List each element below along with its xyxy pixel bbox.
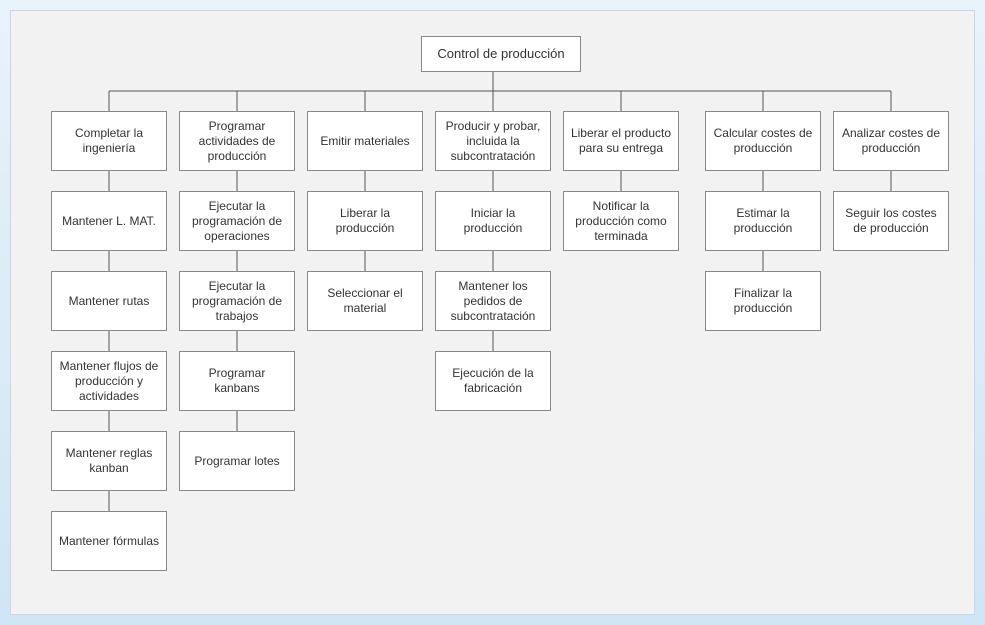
col2-head-label: Emitir materiales xyxy=(320,134,409,149)
col3-item0: Iniciar la producción xyxy=(435,191,551,251)
col0-item0-label: Mantener L. MAT. xyxy=(62,214,156,229)
col3-item0-label: Iniciar la producción xyxy=(442,206,544,236)
col5-item0: Estimar la producción xyxy=(705,191,821,251)
diagram-canvas: Control de producción Completar la ingen… xyxy=(10,10,975,615)
root-node: Control de producción xyxy=(421,36,581,72)
col5-item1-label: Finalizar la producción xyxy=(712,286,814,316)
col0-head-label: Completar la ingeniería xyxy=(58,126,160,156)
col4-head: Liberar el producto para su entrega xyxy=(563,111,679,171)
col1-item0: Ejecutar la programación de operaciones xyxy=(179,191,295,251)
col0-head: Completar la ingeniería xyxy=(51,111,167,171)
col5-head: Calcular costes de producción xyxy=(705,111,821,171)
col3-head-label: Producir y probar, incluida la subcontra… xyxy=(442,119,544,164)
col0-item0: Mantener L. MAT. xyxy=(51,191,167,251)
col0-item2: Mantener flujos de producción y activida… xyxy=(51,351,167,411)
col1-head-label: Programar actividades de producción xyxy=(186,119,288,164)
root-label: Control de producción xyxy=(437,46,564,62)
col3-item2-label: Ejecución de la fabricación xyxy=(442,366,544,396)
col1-item3: Programar lotes xyxy=(179,431,295,491)
col5-item0-label: Estimar la producción xyxy=(712,206,814,236)
col2-item0: Liberar la producción xyxy=(307,191,423,251)
col5-head-label: Calcular costes de producción xyxy=(712,126,814,156)
col2-item1-label: Seleccionar el material xyxy=(314,286,416,316)
col1-item0-label: Ejecutar la programación de operaciones xyxy=(186,199,288,244)
col0-item1: Mantener rutas xyxy=(51,271,167,331)
col0-item1-label: Mantener rutas xyxy=(69,294,150,309)
col1-item2: Programar kanbans xyxy=(179,351,295,411)
col4-item0: Notificar la producción como terminada xyxy=(563,191,679,251)
col3-item1: Mantener los pedidos de subcontratación xyxy=(435,271,551,331)
col0-item4: Mantener fórmulas xyxy=(51,511,167,571)
col1-head: Programar actividades de producción xyxy=(179,111,295,171)
col1-item1-label: Ejecutar la programación de trabajos xyxy=(186,279,288,324)
col2-item1: Seleccionar el material xyxy=(307,271,423,331)
col3-item1-label: Mantener los pedidos de subcontratación xyxy=(442,279,544,324)
col1-item3-label: Programar lotes xyxy=(194,454,279,469)
col0-item3-label: Mantener reglas kanban xyxy=(58,446,160,476)
col2-head: Emitir materiales xyxy=(307,111,423,171)
col0-item4-label: Mantener fórmulas xyxy=(59,534,159,549)
col4-item0-label: Notificar la producción como terminada xyxy=(570,199,672,244)
diagram-outer: Control de producción Completar la ingen… xyxy=(0,0,985,625)
col3-item2: Ejecución de la fabricación xyxy=(435,351,551,411)
col4-head-label: Liberar el producto para su entrega xyxy=(570,126,672,156)
col0-item2-label: Mantener flujos de producción y activida… xyxy=(58,359,160,404)
col6-item0: Seguir los costes de producción xyxy=(833,191,949,251)
col1-item2-label: Programar kanbans xyxy=(186,366,288,396)
col6-item0-label: Seguir los costes de producción xyxy=(840,206,942,236)
col6-head-label: Analizar costes de producción xyxy=(840,126,942,156)
col2-item0-label: Liberar la producción xyxy=(314,206,416,236)
col0-item3: Mantener reglas kanban xyxy=(51,431,167,491)
col5-item1: Finalizar la producción xyxy=(705,271,821,331)
col6-head: Analizar costes de producción xyxy=(833,111,949,171)
col1-item1: Ejecutar la programación de trabajos xyxy=(179,271,295,331)
col3-head: Producir y probar, incluida la subcontra… xyxy=(435,111,551,171)
